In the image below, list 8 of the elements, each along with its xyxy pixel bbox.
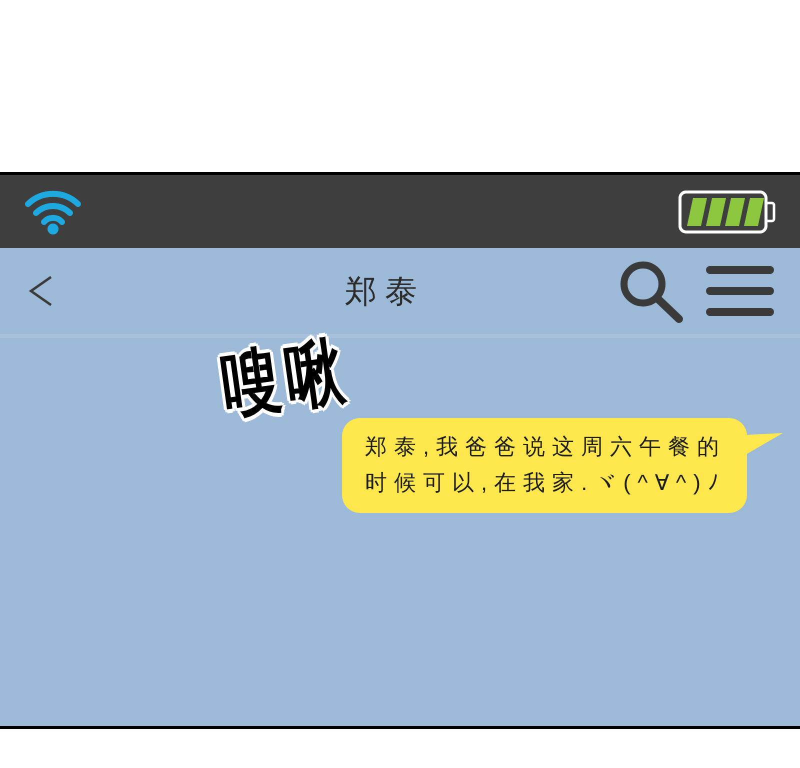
wifi-icon <box>25 188 81 234</box>
back-icon[interactable] <box>28 275 54 307</box>
battery-icon <box>678 190 776 234</box>
message-text: 郑泰,我爸爸说这周六午餐的 时候可以,在我家.ヾ(^∀^)ﾉ <box>365 433 728 497</box>
sound-effect-text: 嗖啾 <box>218 333 354 423</box>
search-icon[interactable] <box>618 259 684 323</box>
chat-title: 郑泰 <box>345 275 425 307</box>
menu-icon[interactable] <box>706 266 774 316</box>
